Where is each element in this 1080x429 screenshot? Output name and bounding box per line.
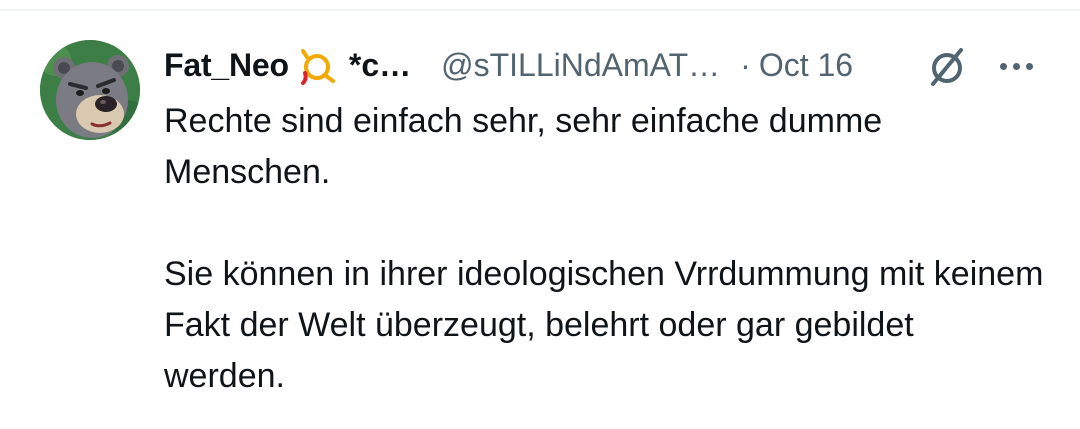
dot: [1025, 62, 1033, 70]
more-dots-icon[interactable]: [992, 50, 1040, 82]
timestamp[interactable]: Oct 16: [759, 47, 853, 84]
mute-circle-slash-icon[interactable]: [925, 44, 969, 88]
separator-dot: ·: [740, 46, 751, 83]
tweet-paragraph: Rechte sind einfach sehr, sehr einfache …: [164, 102, 883, 191]
user-handle[interactable]: @sTILLiNdAmAT…: [441, 47, 720, 84]
display-name-suffix[interactable]: *c…: [349, 47, 411, 84]
post-horn-icon: [297, 45, 339, 85]
dot: [1012, 62, 1020, 70]
tweet-header: Fat_Neo *c… @sTILLiNdAmAT… · Oct 16: [164, 42, 1044, 88]
tweet-text: Rechte sind einfach sehr, sehr einfache …: [164, 96, 1044, 402]
display-name[interactable]: Fat_Neo: [164, 47, 289, 84]
tweet[interactable]: Fat_Neo *c… @sTILLiNdAmAT… · Oct 16 Rech…: [0, 0, 1080, 429]
tweet-paragraph: Sie können in ihrer ideologischen Vrrdum…: [164, 255, 1044, 395]
dot: [999, 62, 1007, 70]
avatar[interactable]: [40, 40, 140, 140]
bear-avatar-icon: [40, 40, 140, 140]
